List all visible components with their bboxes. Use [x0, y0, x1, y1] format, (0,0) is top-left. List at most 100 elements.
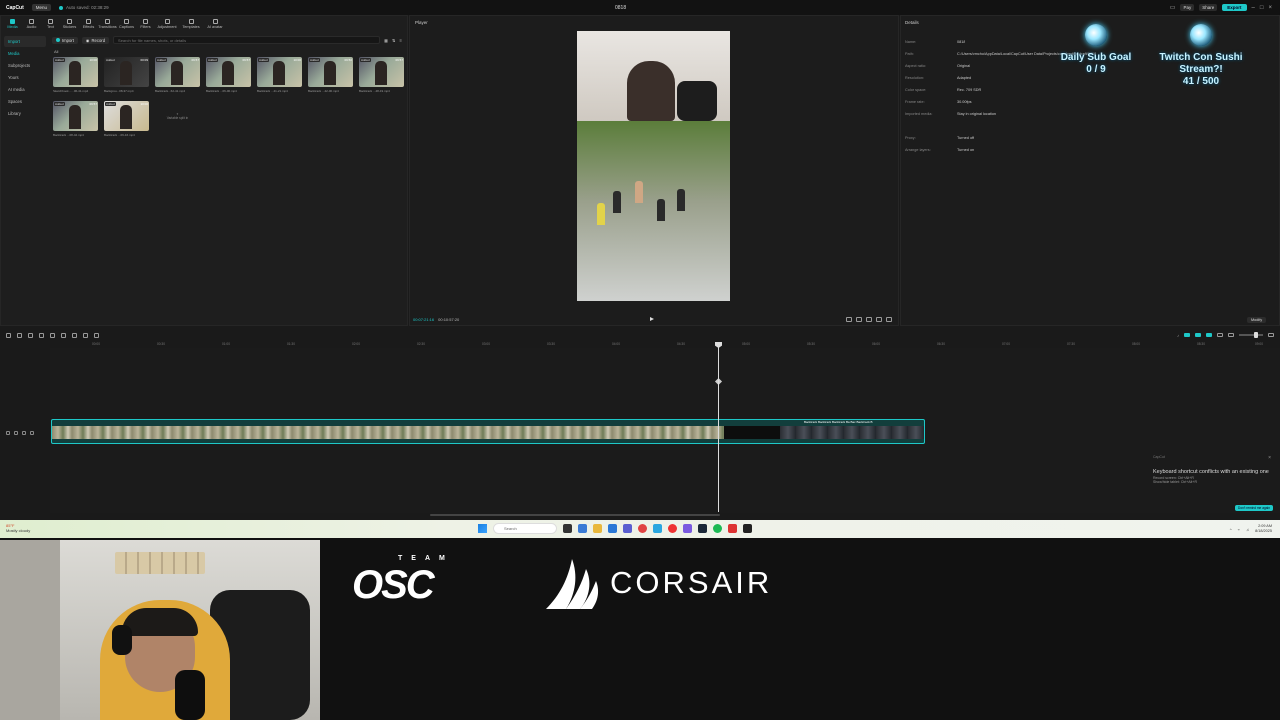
sidebar-item-spaces[interactable]: Spaces — [4, 96, 46, 107]
sidebar-item-ai-media[interactable]: AI media — [4, 84, 46, 95]
split-left-icon[interactable] — [50, 332, 55, 338]
tab-captions[interactable]: Captions — [119, 18, 134, 29]
transition-icon — [105, 18, 110, 24]
filter-icon[interactable]: ≡ — [400, 38, 402, 43]
media-thumbnail[interactable]: Added 10:00 Sketchbook - ...06-41.mp4 — [53, 57, 98, 93]
file-explorer-icon[interactable] — [593, 524, 602, 533]
media-thumbnail[interactable]: Added 10:00 Backtrack ...09-16.mp4 — [104, 101, 149, 137]
sidebar-item-yours[interactable]: Yours — [4, 72, 46, 83]
sort-icon[interactable]: ⇅ — [392, 38, 396, 43]
maximize-icon[interactable]: □ — [1260, 5, 1264, 11]
video-clip[interactable]: Backtrack Backtrack Backtrack Ba Bac Bac… — [51, 419, 925, 444]
import-button[interactable]: Import — [52, 36, 78, 44]
expand-icon[interactable] — [886, 316, 892, 322]
team-osc-logo: OSC — [352, 563, 435, 607]
pay-button[interactable]: Pay — [1180, 4, 1195, 11]
zoom-slider[interactable] — [1239, 332, 1263, 338]
split-icon[interactable] — [39, 332, 44, 338]
tab-transitions[interactable]: Transitions — [98, 18, 117, 29]
redo-icon[interactable] — [28, 332, 33, 338]
capcut-icon[interactable] — [743, 524, 752, 533]
tray-chevron-icon[interactable]: ^ — [1230, 527, 1232, 532]
preview-axis-icon[interactable] — [1217, 333, 1223, 337]
layout-icon[interactable]: ▭ — [1170, 4, 1176, 11]
zoom-out-icon[interactable] — [1228, 333, 1234, 337]
mic-icon[interactable]: ♪ — [1177, 333, 1179, 338]
filter-all[interactable]: All — [54, 49, 58, 54]
tab-text[interactable]: Text — [44, 18, 57, 29]
dont-remind-button[interactable]: Don't remind me again — [1235, 505, 1273, 511]
tab-media[interactable]: Media — [6, 18, 19, 29]
menu-button[interactable]: Menu — [31, 4, 52, 11]
variable-split-placeholder[interactable]: ✦ Variable split in — [155, 101, 200, 137]
store-icon[interactable] — [608, 524, 617, 533]
tab-audio[interactable]: Audio — [25, 18, 38, 29]
sponsor-banner: TEAM OSC CORSAIR — [350, 555, 790, 615]
media-thumbnail[interactable]: Added 09:57 Backtrack...62-41.mp4 — [155, 57, 200, 93]
windows-start-icon[interactable] — [478, 524, 487, 533]
edge-icon[interactable] — [578, 524, 587, 533]
obs-icon[interactable] — [728, 524, 737, 533]
sidebar-item-library[interactable]: Library — [4, 108, 46, 119]
delete-icon[interactable] — [72, 332, 77, 338]
volume-icon[interactable]: ♫ — [1246, 527, 1249, 532]
taskbar-clock[interactable]: 2:09 AM 8/18/2025 — [1255, 524, 1272, 534]
discord-icon[interactable] — [683, 524, 692, 533]
playhead[interactable] — [718, 342, 719, 512]
audio-icon[interactable] — [22, 431, 26, 435]
link-icon[interactable] — [1184, 333, 1190, 337]
ratio-icon[interactable] — [856, 316, 862, 322]
eye-icon[interactable] — [14, 431, 18, 435]
close-icon[interactable]: × — [1268, 5, 1272, 11]
media-thumbnail[interactable]: Added 10:00 Backtrack ...41-21.mp4 — [257, 57, 302, 93]
zoom-fit-icon[interactable] — [1268, 333, 1274, 337]
record-button[interactable]: ◉ Record — [81, 36, 110, 44]
close-icon[interactable]: × — [1268, 455, 1271, 461]
teams-icon[interactable] — [623, 524, 632, 533]
export-button[interactable]: Export — [1222, 4, 1247, 11]
modify-button[interactable]: Modify — [1247, 317, 1267, 323]
cover-icon[interactable] — [30, 431, 34, 435]
minimize-icon[interactable]: – — [1252, 5, 1255, 11]
tab-ai-avatar[interactable]: AI avatar — [206, 18, 224, 29]
media-search-input[interactable] — [118, 37, 380, 43]
timeline-scrollbar[interactable] — [430, 514, 720, 516]
fullscreen-icon[interactable] — [866, 316, 872, 322]
taskbar-search[interactable]: Search — [493, 523, 557, 534]
weather-widget[interactable]: 85°F Mostly cloudy — [6, 523, 30, 533]
spotify-icon[interactable] — [713, 524, 722, 533]
sidebar-item-import[interactable]: Import — [4, 36, 46, 47]
media-thumbnail[interactable]: Added 00:09 Backgrou...08-37.mp4 — [104, 57, 149, 93]
tab-effects[interactable]: Effects — [82, 18, 95, 29]
media-thumbnail[interactable]: Added 09:57 Backtrack ...06-00.mp4 — [206, 57, 251, 93]
task-view-icon[interactable] — [563, 524, 572, 533]
sidebar-item-media[interactable]: Media — [4, 48, 46, 59]
tab-templates[interactable]: Templates — [182, 18, 200, 29]
media-thumbnail[interactable]: Added 09:50 Backtrack ...42-00.mp4 — [308, 57, 353, 93]
network-icon[interactable]: ⌁ — [1238, 527, 1240, 532]
chrome-icon[interactable] — [638, 524, 647, 533]
media-thumbnail[interactable]: Added 09:57 Backtrack ...08-42.mp4 — [53, 101, 98, 137]
browser-icon[interactable] — [653, 524, 662, 533]
select-icon[interactable] — [6, 332, 11, 338]
record-app-icon[interactable] — [668, 524, 677, 533]
steam-icon[interactable] — [698, 524, 707, 533]
sidebar-item-subprojects[interactable]: Subprojects — [4, 60, 46, 71]
quality-icon[interactable] — [876, 316, 882, 322]
crop-icon[interactable] — [846, 316, 852, 322]
lock-icon[interactable] — [6, 431, 10, 435]
snap-icon[interactable] — [1206, 333, 1212, 337]
tab-adjustment[interactable]: Adjustment — [158, 18, 177, 29]
grid-view-icon[interactable]: ▦ — [384, 38, 388, 43]
magnet-icon[interactable] — [1195, 333, 1201, 337]
share-button[interactable]: Share — [1199, 4, 1218, 11]
video-preview[interactable] — [577, 31, 730, 301]
media-thumbnail[interactable]: Added 09:57 Backtrack ...48-19.mp4 — [359, 57, 404, 93]
tab-stickers[interactable]: Stickers — [63, 18, 76, 29]
undo-icon[interactable] — [17, 332, 22, 338]
tab-filters[interactable]: Filters — [139, 18, 152, 29]
play-icon[interactable] — [650, 317, 654, 321]
image-icon[interactable] — [94, 332, 99, 338]
split-right-icon[interactable] — [61, 332, 66, 338]
shield-icon[interactable] — [83, 332, 88, 338]
